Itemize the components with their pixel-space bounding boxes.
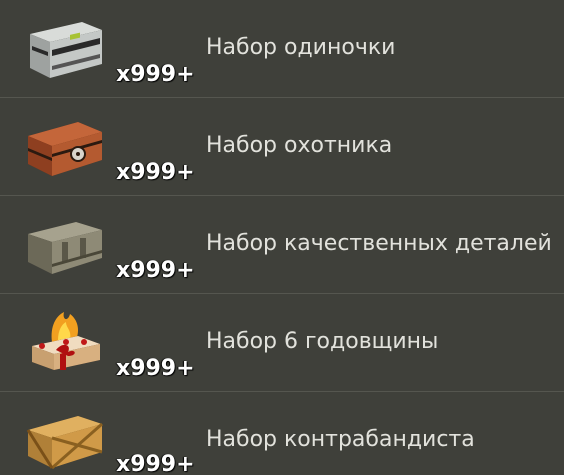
list-item-quality-parts-kit[interactable]: x999+ Набор качественных деталей xyxy=(0,196,564,294)
metal-case-icon xyxy=(22,214,108,280)
item-name: Набор 6 годовщины xyxy=(206,329,439,354)
item-name: Набор одиночки xyxy=(206,35,396,60)
list-item-loner-kit[interactable]: x999+ Набор одиночки xyxy=(0,0,564,98)
item-count: x999+ xyxy=(116,452,195,475)
anniversary-gift-icon xyxy=(22,306,108,372)
wooden-chest-icon xyxy=(22,114,108,180)
item-count: x999+ xyxy=(116,258,195,283)
list-item-hunter-kit[interactable]: x999+ Набор охотника xyxy=(0,98,564,196)
steel-crate-icon xyxy=(22,16,108,82)
wooden-crate-icon xyxy=(22,408,108,474)
list-item-6th-anniversary-kit[interactable]: x999+ Набор 6 годовщины xyxy=(0,294,564,392)
item-count: x999+ xyxy=(116,160,195,185)
item-name: Набор контрабандиста xyxy=(206,427,475,452)
list-item-smuggler-kit[interactable]: x999+ Набор контрабандиста xyxy=(0,392,564,475)
item-count: x999+ xyxy=(116,356,195,381)
item-count: x999+ xyxy=(116,62,195,87)
item-name: Набор охотника xyxy=(206,133,393,158)
item-list: x999+ Набор одиночки x999+ Набор охотник… xyxy=(0,0,564,475)
item-name: Набор качественных деталей xyxy=(206,231,552,256)
